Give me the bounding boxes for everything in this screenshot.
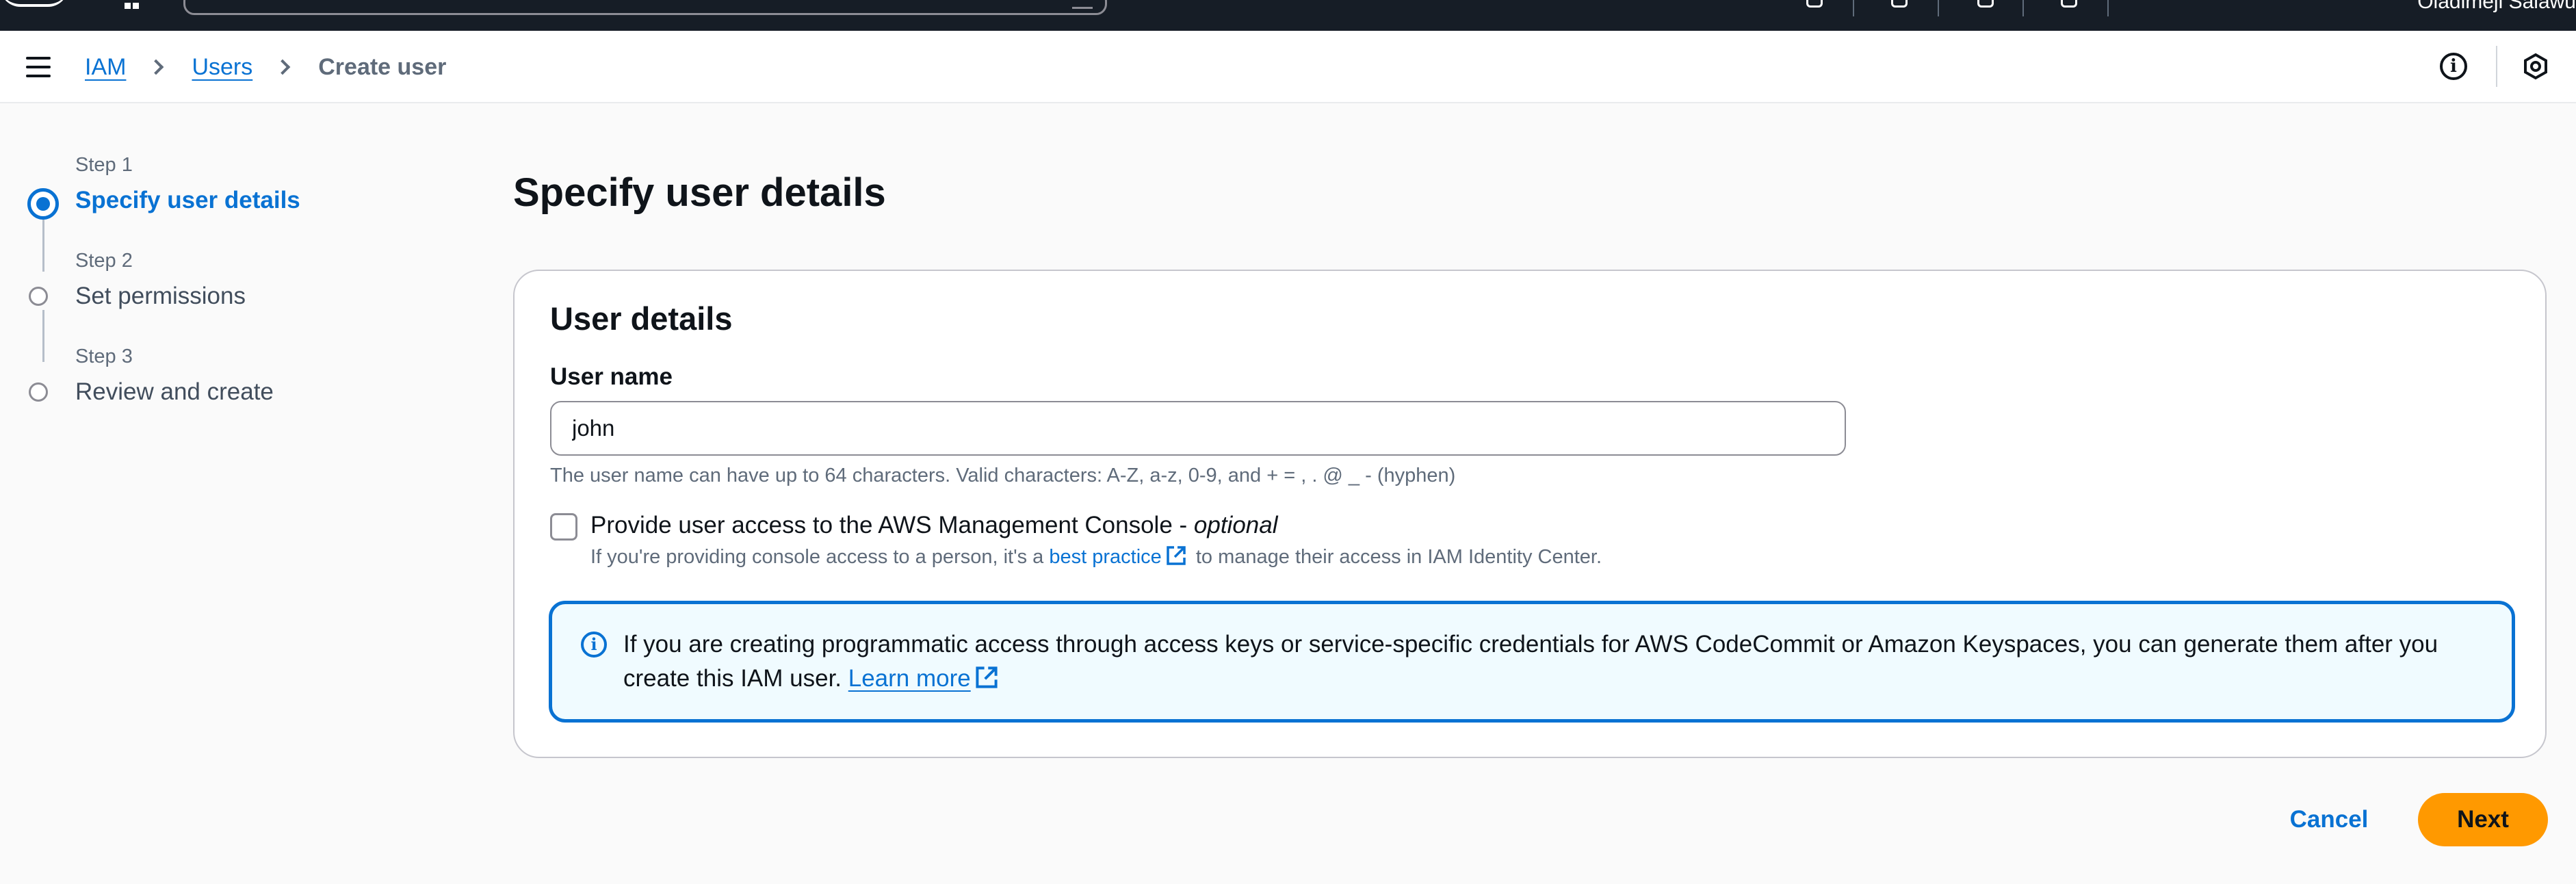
step-pending-icon [29, 382, 48, 402]
info-icon: i [581, 632, 607, 658]
menu-icon[interactable] [26, 57, 51, 77]
breadcrumb: IAM Users Create user [85, 51, 446, 83]
divider [2496, 46, 2497, 87]
desc-text: If you're providing console access to a … [590, 546, 1050, 568]
step-pending-icon [29, 287, 48, 306]
chevron-right-icon [274, 59, 291, 75]
info-alert: i If you are creating programmatic acces… [549, 601, 2515, 723]
best-practice-link[interactable]: best practice [1049, 546, 1161, 568]
user-name-label: User name [550, 363, 673, 390]
external-link-icon[interactable] [1166, 545, 1186, 566]
settings-hexagon-icon[interactable] [2522, 53, 2549, 80]
step-number: Step 3 [75, 346, 133, 367]
divider [2022, 0, 2024, 16]
top-navigation-bar: Oladimeji Salawu [0, 0, 2576, 31]
user-name-input[interactable] [550, 401, 1846, 456]
step-title: Review and create [75, 378, 274, 405]
desc-text: to manage their access in IAM Identity C… [1190, 546, 1602, 568]
breadcrumb-iam[interactable]: IAM [85, 54, 126, 81]
step-title: Set permissions [75, 283, 246, 309]
step-current-icon [27, 188, 59, 220]
services-grid-icon[interactable] [125, 0, 149, 9]
account-menu[interactable]: Oladimeji Salawu [2417, 0, 2576, 14]
page-title: Specify user details [513, 170, 886, 215]
step-connector [42, 310, 44, 362]
optional-tag: optional [1193, 512, 1278, 538]
console-access-checkbox[interactable] [550, 513, 577, 541]
breadcrumb-bar: IAM Users Create user i [0, 31, 2576, 103]
divider [1938, 0, 1939, 16]
learn-more-link[interactable]: Learn more [848, 665, 971, 692]
next-button[interactable]: Next [2418, 793, 2548, 846]
notifications-icon[interactable] [1887, 0, 1908, 8]
info-icon[interactable]: i [2440, 53, 2467, 80]
console-access-description: If you're providing console access to a … [590, 545, 1602, 569]
user-name-constraint: The user name can have up to 64 characte… [550, 465, 1456, 486]
search-shortcut-icon [1072, 2, 1093, 9]
step-connector [42, 220, 44, 272]
card-title: User details [550, 300, 733, 337]
console-access-label[interactable]: Provide user access to the AWS Managemen… [590, 512, 1278, 539]
aws-logo[interactable] [0, 0, 68, 7]
breadcrumb-create-user: Create user [318, 53, 447, 80]
info-alert-text: If you are creating programmatic access … [623, 627, 2498, 696]
help-icon[interactable] [1973, 0, 1994, 8]
divider [1853, 0, 1854, 16]
step-number: Step 2 [75, 250, 133, 272]
step-number: Step 1 [75, 154, 133, 176]
console-access-label-text: Provide user access to the AWS Managemen… [590, 512, 1194, 538]
step-title: Specify user details [75, 187, 300, 213]
breadcrumb-users[interactable]: Users [192, 54, 252, 81]
settings-icon[interactable] [2057, 0, 2077, 8]
external-link-icon[interactable] [975, 664, 998, 688]
global-search-input[interactable] [183, 0, 1107, 15]
cancel-button[interactable]: Cancel [2278, 794, 2380, 846]
chevron-right-icon [148, 59, 164, 75]
user-details-card: User details User name The user name can… [513, 270, 2547, 758]
cloudshell-icon[interactable] [1802, 0, 1823, 8]
divider [2107, 0, 2109, 16]
